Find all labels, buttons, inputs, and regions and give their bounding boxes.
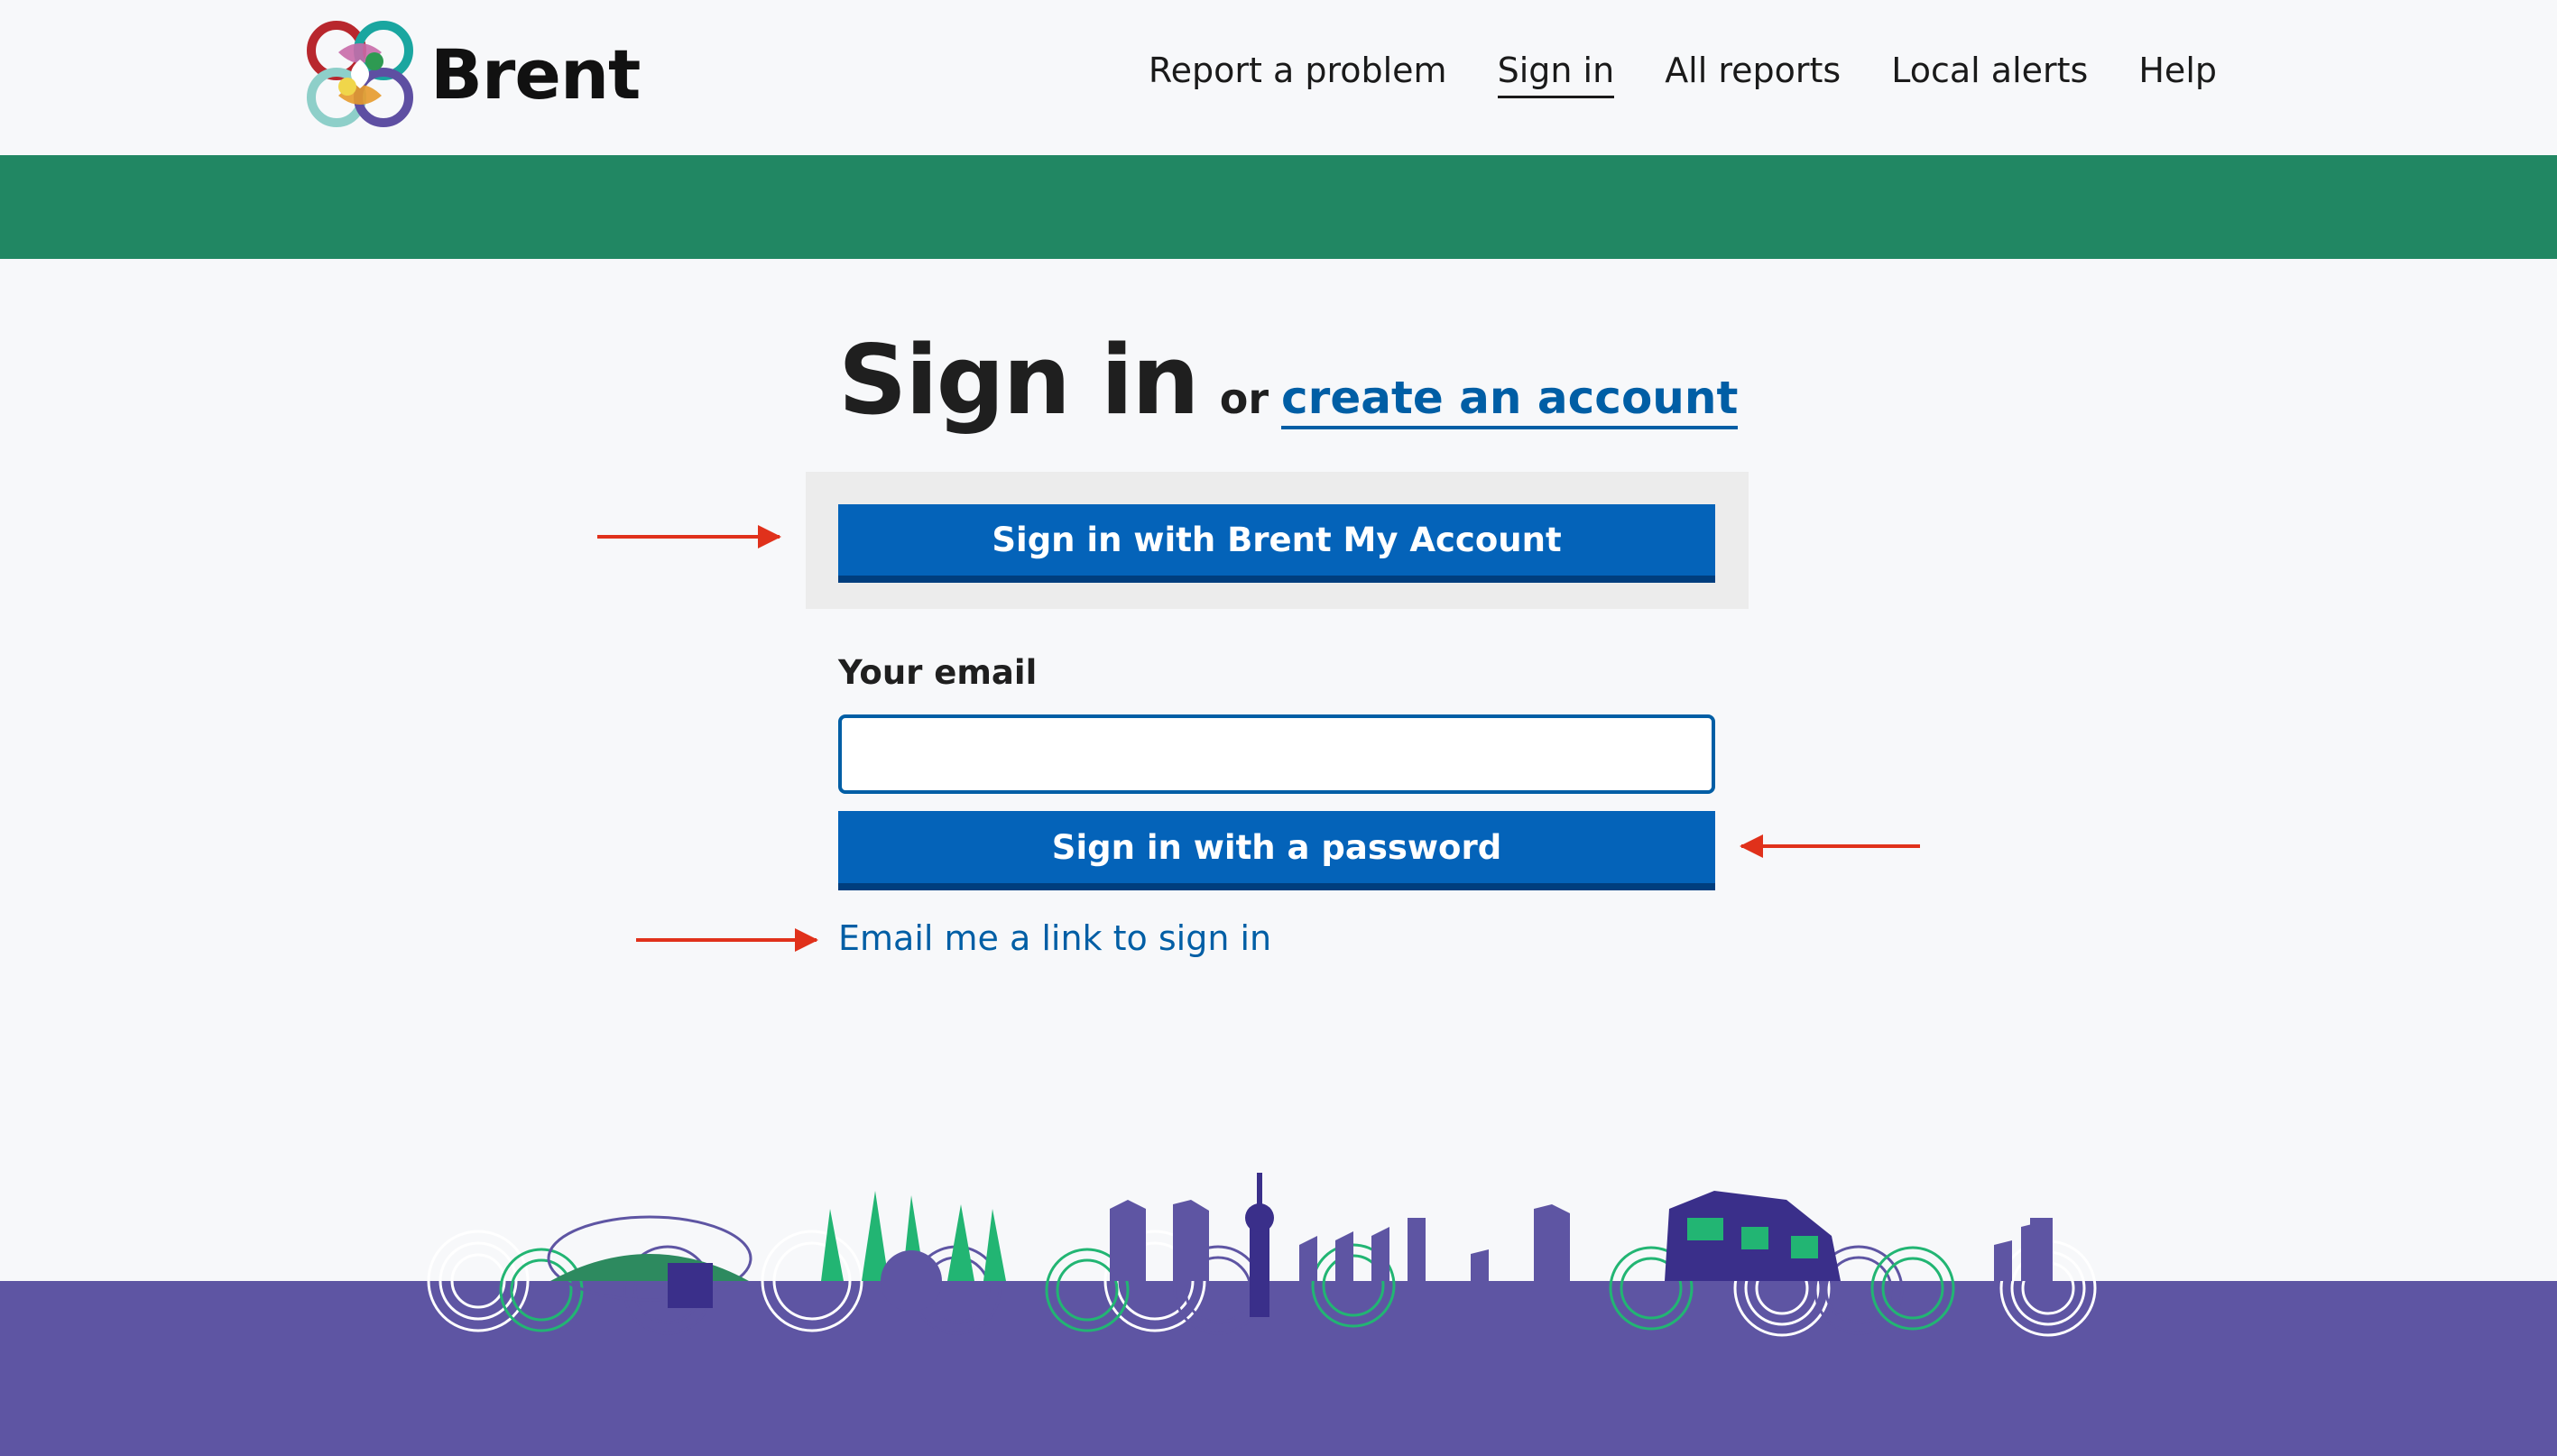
create-account-link[interactable]: create an account: [1281, 372, 1739, 429]
email-input[interactable]: [838, 714, 1715, 794]
annotation-arrow: [636, 928, 818, 952]
email-link-sign-in[interactable]: Email me a link to sign in: [838, 918, 1271, 958]
green-banner: [0, 155, 2557, 259]
nav-report-a-problem[interactable]: Report a problem: [1149, 51, 1447, 98]
nav-help[interactable]: Help: [2138, 51, 2217, 98]
nav-local-alerts[interactable]: Local alerts: [1891, 51, 2088, 98]
skyline-illustration: [427, 1173, 2097, 1337]
logo-text: Brent: [430, 33, 641, 115]
nav-sign-in[interactable]: Sign in: [1497, 51, 1615, 98]
email-label: Your email: [838, 653, 1038, 692]
brent-logo-icon: [307, 21, 413, 127]
page-title-row: Sign in or create an account: [838, 325, 1739, 436]
page-title: Sign in: [838, 325, 1200, 436]
or-text: or: [1219, 374, 1269, 423]
site-header: Brent Report a problem Sign in All repor…: [0, 0, 2557, 155]
annotation-arrow: [1740, 834, 1920, 858]
sign-in-my-account-button[interactable]: Sign in with Brent My Account: [838, 504, 1715, 583]
sign-in-password-button[interactable]: Sign in with a password: [838, 811, 1715, 890]
annotation-arrow: [597, 525, 781, 548]
nav-all-reports[interactable]: All reports: [1665, 51, 1841, 98]
main-nav: Report a problem Sign in All reports Loc…: [1149, 51, 2217, 98]
brent-logo[interactable]: Brent: [302, 16, 641, 132]
